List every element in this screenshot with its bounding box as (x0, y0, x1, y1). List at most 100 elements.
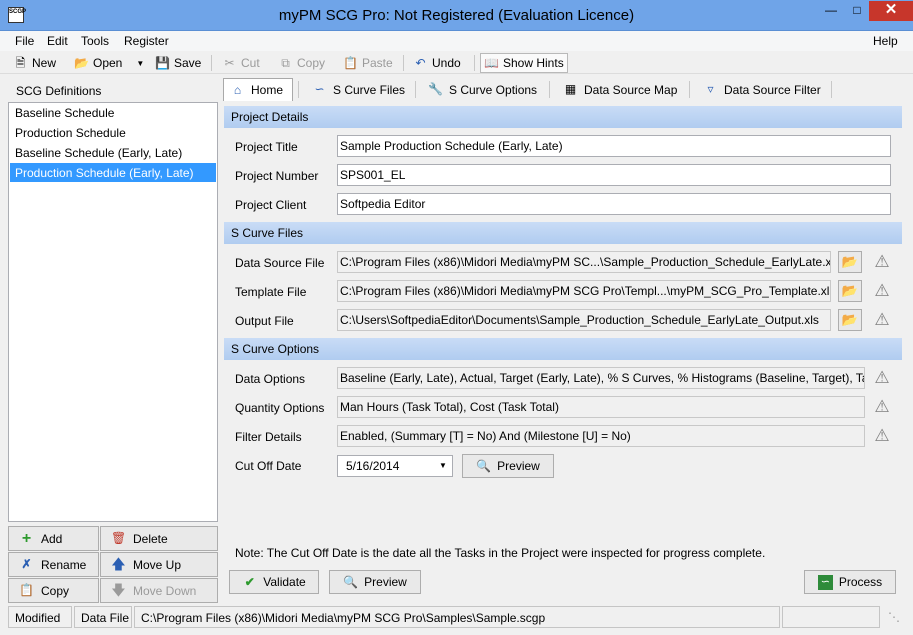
chevron-down-icon[interactable]: ▼ (136, 59, 144, 68)
rename-button[interactable]: ✗ Rename (8, 552, 99, 577)
panel-header: SCG Definitions (8, 78, 218, 102)
toolbar: 🗎 New 📂 Open ▼ 💾 Save ✂ Cut ⧉ Copy 📋 Pas… (0, 51, 913, 74)
home-tab-content: Project Details Project Title Sample Pro… (222, 102, 912, 563)
add-button[interactable]: + Add (8, 526, 99, 551)
warning-icon: ⚠ (874, 397, 890, 416)
undo-button[interactable]: ↶ Undo (410, 53, 464, 73)
map-icon: ▦ (564, 82, 577, 96)
tab-separator (415, 81, 416, 98)
close-button[interactable]: ✕ (869, 1, 913, 21)
preview-button[interactable]: 🔍 Preview (329, 570, 421, 594)
plus-icon: + (21, 530, 32, 547)
tab-home[interactable]: ⌂ Home (223, 78, 293, 101)
project-title-input[interactable]: Sample Production Schedule (Early, Late) (337, 135, 891, 157)
window-title: myPM SCG Pro: Not Registered (Evaluation… (278, 7, 635, 24)
data-source-file-field: C:\Program Files (x86)\Midori Media\myPM… (337, 251, 831, 273)
browse-template-button[interactable]: 📂 (838, 280, 862, 302)
quantity-options-field: Man Hours (Task Total), Cost (Task Total… (337, 396, 865, 418)
wrench-icon: 🔧 (428, 82, 443, 96)
folder-icon: 📂 (841, 254, 859, 269)
action-bar: ✔ Validate 🔍 Preview ∽ Process (222, 566, 912, 604)
status-data-file-path: C:\Program Files (x86)\Midori Media\myPM… (134, 606, 780, 628)
section-header-s-curve-options: S Curve Options (224, 338, 902, 360)
folder-icon: 📂 (841, 312, 859, 327)
toolbar-separator (474, 55, 475, 71)
arrow-down-icon: 🡇 (111, 582, 126, 598)
menu-edit[interactable]: Edit (47, 34, 68, 48)
section-header-s-curve-files: S Curve Files (224, 222, 902, 244)
output-file-field: C:\Users\SoftpediaEditor\Documents\Sampl… (337, 309, 831, 331)
output-file-label: Output File (235, 314, 294, 328)
scg-definitions-list: Baseline Schedule Production Schedule Ba… (8, 102, 218, 522)
status-panel-empty (782, 606, 880, 628)
menu-tools[interactable]: Tools (81, 34, 109, 48)
data-options-label: Data Options (235, 372, 306, 386)
move-down-button[interactable]: 🡇 Move Down (100, 578, 218, 603)
filter-icon: ▿ (707, 82, 714, 96)
minimize-button[interactable]: — (818, 1, 844, 21)
undo-icon: ↶ (415, 55, 426, 70)
browse-data-source-button[interactable]: 📂 (838, 251, 862, 273)
menu-file[interactable]: File (15, 34, 34, 48)
arrow-up-icon: 🡅 (111, 556, 126, 572)
show-hints-button[interactable]: 📖 Show Hints (480, 53, 568, 73)
tab-separator (298, 81, 299, 98)
folder-icon: 📂 (74, 55, 89, 70)
paste-button[interactable]: 📋 Paste (340, 53, 396, 73)
open-button[interactable]: 📂 Open ▼ (71, 53, 147, 73)
menu-help[interactable]: Help (873, 34, 898, 48)
list-item-selected[interactable]: Production Schedule (Early, Late) (10, 163, 216, 182)
template-file-label: Template File (235, 285, 307, 299)
resize-grip-icon[interactable]: ⋱ (882, 606, 910, 628)
tab-separator (549, 81, 550, 98)
menu-bar: File Edit Tools Register Help (0, 31, 913, 51)
new-button[interactable]: 🗎 New (10, 53, 59, 73)
new-file-icon: 🗎 (15, 55, 26, 70)
project-client-label: Project Client (235, 198, 307, 212)
rename-icon: ✗ (21, 557, 32, 571)
move-up-button[interactable]: 🡅 Move Up (100, 552, 218, 577)
toolbar-separator (403, 55, 404, 71)
section-header-project-details: Project Details (224, 106, 902, 128)
s-curve-file-icon: ∽ (314, 82, 325, 96)
copy-definition-button[interactable]: 📋 Copy (8, 578, 99, 603)
toolbar-separator (211, 55, 212, 71)
tab-s-curve-files[interactable]: ∽ S Curve Files (306, 78, 411, 101)
filter-details-field: Enabled, (Summary [T] = No) And (Milesto… (337, 425, 865, 447)
copy-button[interactable]: ⧉ Copy (275, 53, 328, 73)
list-item[interactable]: Production Schedule (10, 123, 216, 142)
warning-icon: ⚠ (874, 310, 890, 329)
status-data-file-label: Data File (74, 606, 132, 628)
menu-register[interactable]: Register (124, 34, 169, 48)
project-client-input[interactable]: Softpedia Editor (337, 193, 891, 215)
quantity-options-label: Quantity Options (235, 401, 325, 415)
warning-icon: ⚠ (874, 252, 890, 271)
process-button[interactable]: ∽ Process (804, 570, 896, 594)
tab-data-source-map[interactable]: ▦ Data Source Map (557, 78, 683, 101)
home-icon: ⌂ (233, 82, 242, 97)
copy-icon: 📋 (19, 583, 34, 597)
cut-off-date-picker[interactable]: 5/16/2014 ▼ (337, 455, 453, 477)
delete-button[interactable]: 🗑 Delete (100, 526, 218, 551)
save-button[interactable]: 💾 Save (152, 53, 204, 73)
list-item[interactable]: Baseline Schedule (10, 103, 216, 122)
filter-details-label: Filter Details (235, 430, 302, 444)
scg-definitions-panel: SCG Definitions Baseline Schedule Produc… (8, 78, 218, 603)
browse-output-button[interactable]: 📂 (838, 309, 862, 331)
cut-button[interactable]: ✂ Cut (219, 53, 263, 73)
tab-data-source-filter[interactable]: ▿ Data Source Filter (697, 78, 827, 101)
hints-icon: 📖 (484, 55, 499, 70)
paste-icon: 📋 (343, 55, 358, 70)
list-item[interactable]: Baseline Schedule (Early, Late) (10, 143, 216, 162)
chevron-down-icon[interactable]: ▼ (435, 457, 451, 475)
maximize-button[interactable]: □ (844, 1, 870, 21)
save-icon: 💾 (155, 55, 170, 70)
copy-icon: ⧉ (281, 55, 290, 70)
validate-button[interactable]: ✔ Validate (229, 570, 319, 594)
cutoff-preview-button[interactable]: 🔍 Preview (462, 454, 554, 478)
project-number-input[interactable]: SPS001_EL (337, 164, 891, 186)
tab-s-curve-options[interactable]: 🔧 S Curve Options (422, 78, 543, 101)
warning-icon: ⚠ (874, 426, 890, 445)
cut-off-date-label: Cut Off Date (235, 459, 302, 473)
data-options-field: Baseline (Early, Late), Actual, Target (… (337, 367, 865, 389)
